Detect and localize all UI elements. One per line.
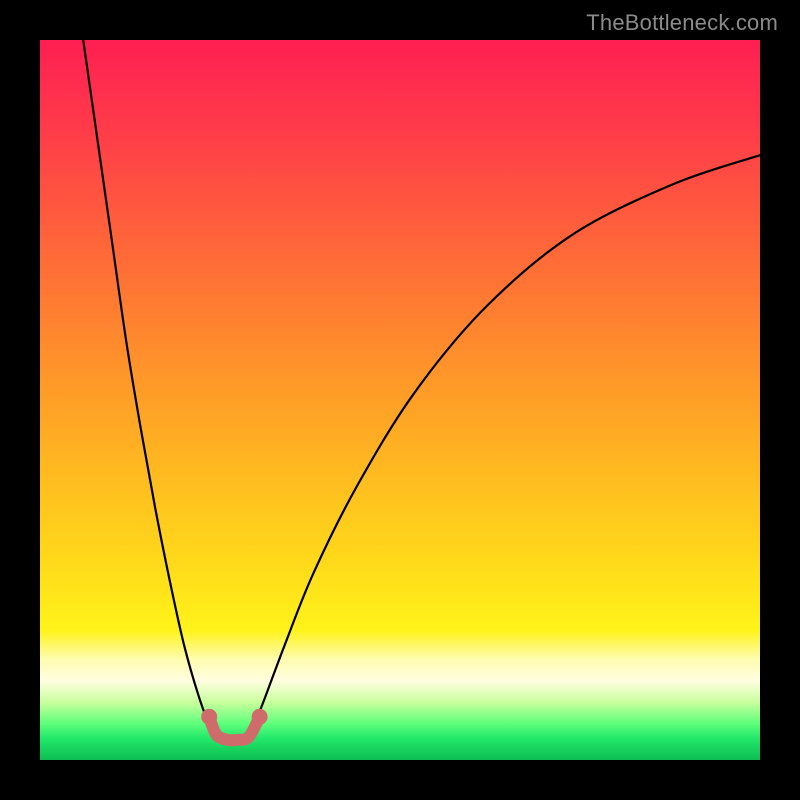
valley-highlight-dots: [201, 709, 267, 725]
curve-layer: [40, 40, 760, 760]
valley-highlight: [209, 717, 259, 741]
valley-highlight-dot: [201, 709, 217, 725]
curve-right-branch: [249, 155, 760, 738]
curve-left-branch: [83, 40, 220, 738]
plot-area: [40, 40, 760, 760]
watermark-text: TheBottleneck.com: [586, 10, 778, 36]
valley-highlight-dot: [252, 709, 268, 725]
chart-frame: TheBottleneck.com: [0, 0, 800, 800]
